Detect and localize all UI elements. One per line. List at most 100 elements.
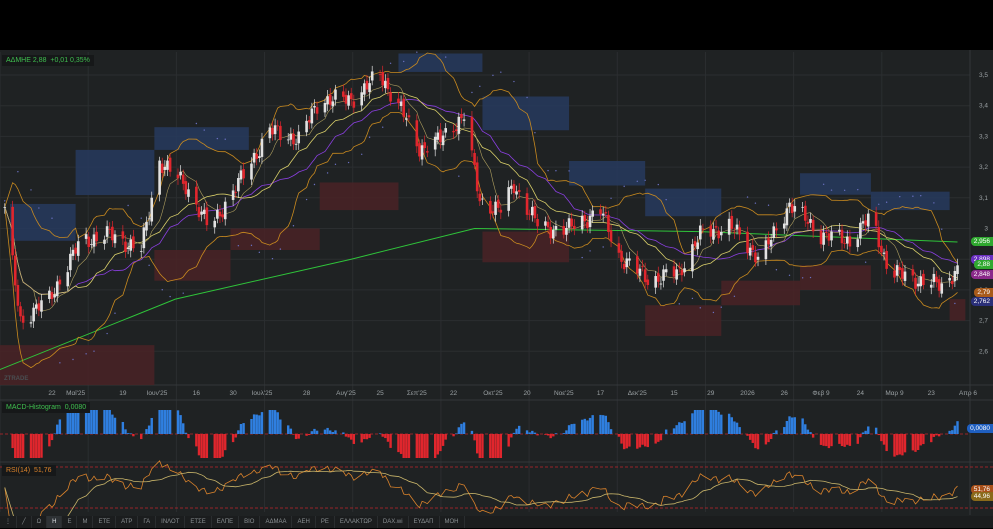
toolbar-button[interactable]: ΜΟΗ — [440, 516, 465, 528]
toolbar-button[interactable]: ΕΛΠΕ — [212, 516, 239, 528]
macd-bar — [384, 434, 386, 438]
macd-bar — [77, 410, 79, 434]
candle-body — [951, 281, 954, 284]
sar-dot — [335, 164, 336, 165]
macd-bar — [786, 421, 788, 434]
macd-bar — [127, 433, 129, 434]
candle-body — [654, 276, 657, 288]
price-chart[interactable]: 3,53,43,33,23,132,92,82,72,622Μαϊ'2519Ιο… — [0, 50, 993, 528]
macd-bar — [114, 418, 116, 434]
toolbar-button[interactable]: Ω — [32, 516, 48, 528]
toolbar-button[interactable]: ΒΙΟ — [239, 516, 260, 528]
candle-body — [122, 231, 125, 238]
macd-bar — [825, 434, 827, 446]
candle-body — [604, 212, 607, 213]
macd-bar — [754, 434, 756, 448]
sar-dot — [259, 252, 260, 253]
toolbar-button[interactable]: DAX.wi — [378, 516, 409, 528]
macd-bar — [878, 434, 880, 435]
sar-dot — [390, 63, 391, 64]
candle-body — [696, 242, 699, 249]
macd-bar — [132, 434, 134, 436]
candle-body — [11, 207, 14, 255]
macd-bar — [757, 434, 759, 449]
supply-zone — [398, 54, 482, 72]
candle-body — [581, 216, 584, 230]
candle-body — [565, 228, 568, 235]
candle-body — [830, 232, 833, 241]
macd-bar — [647, 434, 649, 447]
toolbar-button[interactable]: Ε — [62, 516, 77, 528]
macd-bar — [518, 426, 520, 434]
candle-body — [526, 193, 529, 215]
sar-dot — [148, 265, 149, 266]
candle-body — [660, 284, 663, 285]
sar-dot — [700, 307, 701, 308]
toolbar-button[interactable]: ΙΝΛΟΤ — [156, 516, 185, 528]
sar-dot — [789, 275, 790, 276]
sar-dot — [416, 51, 417, 52]
macd-bar — [702, 410, 704, 434]
sar-dot — [314, 184, 315, 185]
y-tick-label: 2,7 — [979, 318, 988, 325]
candle-body — [416, 120, 419, 146]
toolbar-button[interactable]: Μ — [77, 516, 93, 528]
sar-dot — [59, 362, 60, 363]
candle-body — [381, 72, 384, 85]
candle-body — [124, 242, 127, 252]
toolbar-button[interactable]: ΑΕΗ — [292, 516, 315, 528]
toolbar-button[interactable]: ΕΤΣΕ — [185, 516, 211, 528]
candle-body — [271, 128, 274, 135]
candle-body — [628, 258, 631, 260]
candle-body — [712, 229, 715, 240]
macd-bar — [345, 434, 347, 437]
candle-body — [30, 322, 33, 323]
macd-bar — [626, 434, 628, 448]
candle-body — [371, 71, 374, 80]
candle-body — [513, 184, 516, 193]
toolbar-button[interactable]: ΓΑ — [138, 516, 156, 528]
candle-body — [103, 240, 106, 244]
toolbar-button[interactable]: ΡΕ — [316, 516, 335, 528]
toolbar-button[interactable]: ⋮ — [0, 516, 17, 528]
candle-body — [864, 220, 867, 225]
macd-bar — [552, 434, 554, 436]
x-tick-label: 23 — [928, 390, 936, 397]
macd-bar — [699, 410, 701, 434]
candle-body — [313, 106, 316, 107]
candle-body — [347, 95, 350, 105]
candle-body — [738, 227, 741, 234]
toolbar-button[interactable]: ΕΤΕ — [93, 516, 116, 528]
macd-bar — [11, 434, 13, 448]
x-tick-label: Σεπ'25 — [407, 390, 427, 397]
sar-dot — [361, 154, 362, 155]
macd-bar — [232, 434, 234, 442]
macd-bar — [473, 434, 475, 440]
macd-bar — [182, 423, 184, 434]
macd-bar — [736, 423, 738, 434]
candle-body — [166, 161, 169, 170]
toolbar-button[interactable]: ΕΥΔΑΠ — [409, 516, 440, 528]
candle-body — [389, 92, 392, 101]
toolbar-button[interactable]: Η — [47, 516, 62, 528]
toolbar-button[interactable]: ΑΔΜΑΑ — [260, 516, 292, 528]
candle-body — [14, 256, 17, 286]
macd-bar — [221, 434, 223, 457]
toolbar-button[interactable]: ΕΛΛΑΚΤΩΡ — [335, 516, 378, 528]
macd-bar — [513, 433, 515, 434]
candle-body — [570, 219, 573, 227]
toolbar-button[interactable]: ΑΤΡ — [116, 516, 138, 528]
sar-dot — [403, 61, 404, 62]
macd-bar — [752, 434, 754, 443]
candle-body — [736, 225, 739, 230]
candle-body — [610, 230, 613, 241]
x-tick-label: 16 — [193, 390, 201, 397]
x-tick-label: 22 — [48, 390, 56, 397]
sar-dot — [272, 258, 273, 259]
candle-body — [657, 273, 660, 281]
candle-body — [770, 240, 773, 247]
candle-body — [111, 227, 114, 241]
toolbar-button[interactable]: ╱ — [17, 516, 32, 528]
candle-body — [224, 202, 227, 220]
x-tick-label: 17 — [597, 390, 605, 397]
